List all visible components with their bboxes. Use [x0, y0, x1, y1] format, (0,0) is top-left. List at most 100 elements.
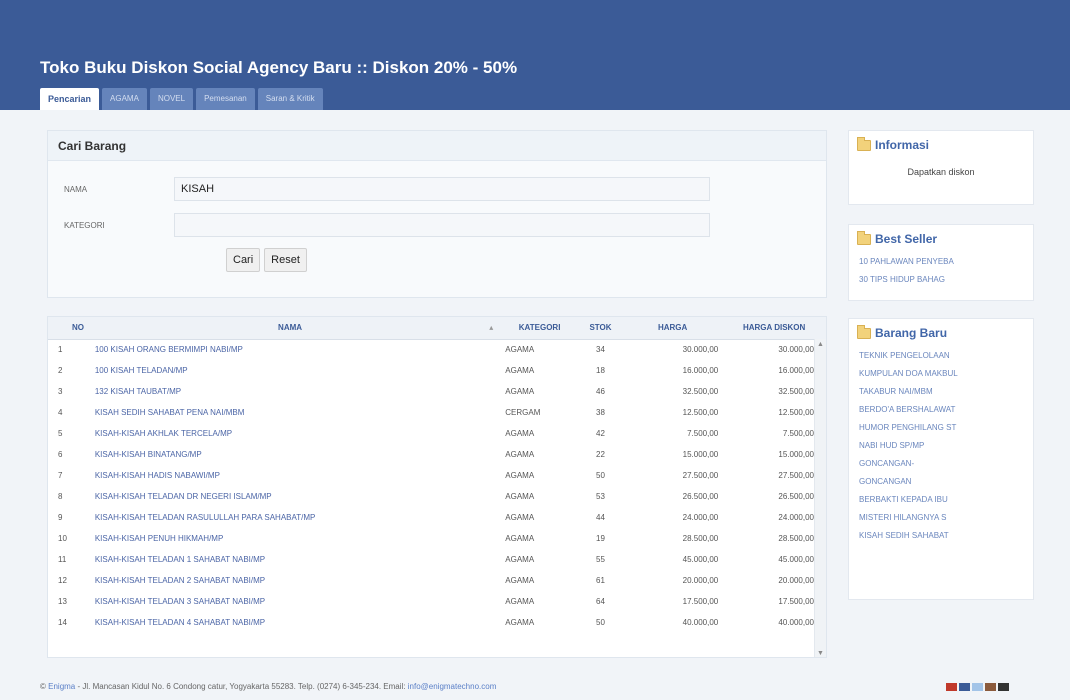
- cell-kategori: AGAMA: [505, 366, 535, 375]
- cell-kategori: CERGAM: [505, 408, 541, 417]
- table-row[interactable]: 7 KISAH-KISAH HADIS NABAWI/MP AGAMA 50 27.50…: [48, 465, 826, 486]
- cell-kategori: AGAMA: [505, 618, 535, 627]
- cell-stok: 50: [596, 471, 605, 480]
- table-header-row: NO NAMA ▴ KATEGORI STOK HARGA HARGA DISKO…: [48, 317, 826, 340]
- table-row[interactable]: 5 KISAH-KISAH AKHLAK TERCELA/MP AGAMA 42 7.5…: [48, 423, 826, 444]
- cell-harga: 45.000,00: [682, 555, 719, 564]
- sort-icon: ▴: [489, 323, 494, 333]
- info-title: Informasi: [875, 138, 930, 152]
- theme-swatch[interactable]: [998, 683, 1009, 691]
- cell-nama[interactable]: KISAH-KISAH AKHLAK TERCELA/MP: [91, 423, 501, 444]
- tab-agama[interactable]: AGAMA: [102, 88, 147, 110]
- cell-nama[interactable]: KISAH-KISAH TELADAN DR NEGERI ISLAM/MP: [91, 486, 501, 507]
- cell-diskon: 16.000,00: [778, 366, 814, 375]
- cell-nama[interactable]: KISAH-KISAH TELADAN 3 SAHABAT NABI/MP: [91, 591, 501, 612]
- table-scrollbar[interactable]: ▲ ▼: [814, 339, 826, 657]
- cell-nama[interactable]: 132 KISAH TAUBAT/MP: [91, 381, 501, 402]
- cell-no: 12: [58, 576, 67, 585]
- barang-baru-item[interactable]: HUMOR PENGHILANG ST: [849, 419, 1033, 437]
- cell-stok: 19: [596, 534, 605, 543]
- table-row[interactable]: 2 100 KISAH TELADAN/MP AGAMA 18 16.000,00 16.…: [48, 360, 826, 381]
- folder-icon: [857, 136, 871, 151]
- footer-brand-link[interactable]: Enigma: [48, 682, 75, 691]
- table-row[interactable]: 12 KISAH-KISAH TELADAN 2 SAHABAT NABI/MP A…: [48, 570, 826, 591]
- cell-stok: 38: [596, 408, 605, 417]
- column-header-stok[interactable]: STOK: [577, 317, 624, 340]
- cell-nama[interactable]: KISAH-KISAH HADIS NABAWI/MP: [91, 465, 501, 486]
- barang-baru-item[interactable]: TEKNIK PENGELOLAAN: [849, 347, 1033, 365]
- barang-baru-item[interactable]: MISTERI HILANGNYA S: [849, 509, 1033, 527]
- cell-nama[interactable]: KISAH SEDIH SAHABAT PENA NAI/MBM: [91, 402, 501, 423]
- cell-no: 1: [58, 345, 63, 355]
- table-row[interactable]: 3 132 KISAH TAUBAT/MP AGAMA 46 32.500,00 32.5…: [48, 381, 826, 402]
- barang-baru-item[interactable]: BERDO'A BERSHALAWAT: [849, 401, 1033, 419]
- cell-no: 9: [58, 513, 63, 522]
- cell-no: 10: [58, 534, 67, 543]
- cell-nama[interactable]: KISAH-KISAH PENUH HIKMAH/MP: [91, 528, 501, 549]
- column-header-nama[interactable]: NAMA ▴: [90, 317, 502, 340]
- cell-nama[interactable]: 100 KISAH ORANG BERMIMPI NABI/MP: [91, 339, 501, 360]
- table-row[interactable]: 14 KISAH-KISAH TELADAN 4 SAHABAT NABI/MP A…: [48, 612, 826, 633]
- column-header-harga-diskon[interactable]: HARGA DISKON: [722, 317, 826, 340]
- column-header-nama-label: NAMA: [278, 323, 303, 333]
- scroll-down-icon[interactable]: ▼: [817, 650, 824, 657]
- kategori-select[interactable]: [174, 213, 710, 237]
- copyright-symbol: ©: [40, 682, 49, 691]
- cell-diskon: 27.500,00: [778, 471, 814, 480]
- reset-button[interactable]: Reset: [264, 248, 307, 272]
- table-row[interactable]: 11 KISAH-KISAH TELADAN 1 SAHABAT NABI/MP A…: [48, 549, 826, 570]
- table-row[interactable]: 9 KISAH-KISAH TELADAN RASULULLAH PARA SAH…: [48, 507, 826, 528]
- theme-swatch[interactable]: [946, 683, 957, 691]
- cell-kategori: AGAMA: [505, 345, 535, 355]
- table-row[interactable]: 6 KISAH-KISAH BINATANG/MP AGAMA 22 15.000,00…: [48, 444, 826, 465]
- cell-kategori: AGAMA: [505, 429, 535, 438]
- barang-baru-item[interactable]: KISAH SEDIH SAHABAT: [849, 527, 1033, 545]
- cell-no: 7: [58, 471, 63, 480]
- barang-baru-item[interactable]: BERBAKTI KEPADA IBU: [849, 491, 1033, 509]
- cell-diskon: 15.000,00: [778, 450, 814, 459]
- cell-nama[interactable]: 100 KISAH TELADAN/MP: [91, 360, 501, 381]
- table-row[interactable]: 10 KISAH-KISAH PENUH HIKMAH/MP AGAMA 19 28.5…: [48, 528, 826, 549]
- cell-nama[interactable]: KISAH-KISAH TELADAN RASULULLAH PARA SAHA…: [91, 507, 501, 528]
- barang-baru-item[interactable]: TAKABUR NAI/MBM: [849, 383, 1033, 401]
- cari-button[interactable]: Cari: [226, 248, 261, 272]
- cell-nama[interactable]: KISAH-KISAH TELADAN 2 SAHABAT NABI/MP: [91, 570, 501, 591]
- column-header-harga[interactable]: HARGA: [623, 317, 723, 340]
- footer-email-link[interactable]: info@enigmatechno.com: [408, 682, 497, 691]
- barang-baru-header: Barang Baru: [849, 319, 1033, 347]
- results-table: NO NAMA ▴ KATEGORI STOK HARGA HARGA DISKO…: [48, 317, 826, 633]
- search-buttons: Cari Reset: [226, 248, 307, 272]
- cell-stok: 18: [596, 366, 605, 375]
- tab-novel[interactable]: NOVEL: [149, 88, 194, 110]
- cell-diskon: 24.000,00: [778, 513, 814, 522]
- table-row[interactable]: 1 100 KISAH ORANG BERMIMPI NABI/MP AGAMA 34…: [48, 339, 826, 360]
- barang-baru-item[interactable]: KUMPULAN DOA MAKBUL: [849, 365, 1033, 383]
- cell-kategori: AGAMA: [505, 450, 535, 459]
- tab-pencarian[interactable]: Pencarian: [40, 88, 100, 110]
- scroll-up-icon[interactable]: ▲: [817, 341, 824, 348]
- tab-pemesanan[interactable]: Pemesanan: [196, 88, 255, 110]
- best-seller-item[interactable]: 30 TIPS HIDUP BAHAG: [849, 271, 1033, 289]
- table-row[interactable]: 8 KISAH-KISAH TELADAN DR NEGERI ISLAM/MP A…: [48, 486, 826, 507]
- best-seller-item[interactable]: 10 PAHLAWAN PENYEBA: [849, 253, 1033, 271]
- theme-swatch[interactable]: [985, 683, 996, 691]
- barang-baru-item[interactable]: GONCANGAN: [849, 473, 1033, 491]
- cell-harga: 20.000,00: [682, 576, 719, 585]
- cell-nama[interactable]: KISAH-KISAH BINATANG/MP: [91, 444, 501, 465]
- barang-baru-item[interactable]: GONCANGAN-: [849, 455, 1033, 473]
- nama-input[interactable]: KISAH: [174, 177, 710, 201]
- table-row[interactable]: 4 KISAH SEDIH SAHABAT PENA NAI/MBM CERGAM 3…: [48, 402, 826, 423]
- info-header: Informasi: [849, 131, 1033, 159]
- cell-stok: 42: [596, 429, 605, 438]
- cell-stok: 64: [596, 597, 605, 606]
- column-header-no[interactable]: NO: [48, 317, 91, 340]
- cell-harga: 15.000,00: [682, 450, 719, 459]
- cell-nama[interactable]: KISAH-KISAH TELADAN 1 SAHABAT NABI/MP: [91, 549, 501, 570]
- barang-baru-item[interactable]: NABI HUD SP/MP: [849, 437, 1033, 455]
- table-row[interactable]: 13 KISAH-KISAH TELADAN 3 SAHABAT NABI/MP A…: [48, 591, 826, 612]
- theme-swatch[interactable]: [972, 683, 983, 691]
- cell-nama[interactable]: KISAH-KISAH TELADAN 4 SAHABAT NABI/MP: [91, 612, 501, 633]
- tab-saran-kritik[interactable]: Saran & Kritik: [257, 88, 323, 110]
- theme-swatch[interactable]: [959, 683, 970, 691]
- column-header-kategori[interactable]: KATEGORI: [501, 317, 578, 340]
